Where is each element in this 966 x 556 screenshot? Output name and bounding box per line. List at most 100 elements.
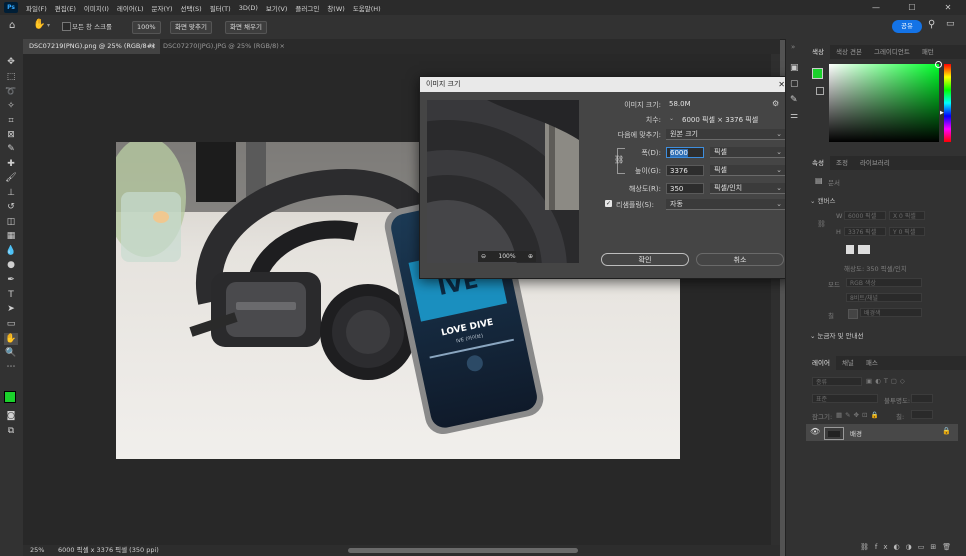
type-tool-icon[interactable]: T (4, 289, 18, 301)
menu-filter[interactable]: 필터(T) (206, 3, 235, 13)
color-picker-handle[interactable] (935, 61, 942, 68)
brush-panel-icon[interactable]: ✎ (790, 95, 798, 105)
adjust-panel-icon[interactable]: ⚌ (790, 111, 798, 121)
tab-channels[interactable]: 채널 (836, 356, 860, 370)
quick-mask-icon[interactable]: ◙ (4, 410, 18, 422)
tab-gradients[interactable]: 그레이디언트 (868, 45, 916, 59)
width-unit-select[interactable]: 픽셀 ⌄ (710, 147, 785, 158)
portrait-orientation-icon[interactable] (846, 245, 854, 254)
close-window-button[interactable]: ✕ (930, 0, 966, 15)
hue-slider[interactable] (944, 64, 951, 142)
saturation-picker[interactable] (829, 61, 942, 142)
tab-swatches[interactable]: 색상 견본 (830, 45, 868, 59)
bit-depth-select[interactable]: 8비트/채널 (846, 293, 922, 302)
layer-filter-kind[interactable]: 종류 (812, 377, 862, 386)
stamp-tool-icon[interactable]: ⊥ (4, 187, 18, 199)
fit-screen-button[interactable]: 화면 맞추기 (170, 21, 212, 34)
layer-row-background[interactable]: 👁 배경 🔒 (806, 424, 958, 441)
tab-libraries[interactable]: 라이브러리 (854, 156, 896, 170)
tab-adjustments[interactable]: 조정 (830, 156, 854, 170)
frame-tool-icon[interactable]: ⊠ (4, 129, 18, 141)
share-button[interactable]: 공유 (892, 20, 922, 33)
canvas-x-field[interactable]: X 0 픽셀 (889, 211, 925, 220)
lock-icons[interactable]: ▦✎✥⊡🔒 (836, 411, 882, 419)
menu-help[interactable]: 도움말(H) (349, 3, 385, 13)
mode-select[interactable]: RGB 색상 (846, 278, 922, 287)
more-tools-icon[interactable]: ⋯ (4, 361, 18, 373)
resample-select[interactable]: 자동 ⌄ (666, 199, 785, 210)
horizontal-scrollbar[interactable] (348, 548, 578, 553)
tab-close-icon[interactable]: × (151, 39, 156, 54)
tab-dsc07270[interactable]: DSC07270(JPG).JPG @ 25% (RGB/8) × (157, 39, 289, 54)
width-input[interactable]: 6000 (666, 147, 704, 158)
link-icon[interactable]: ⛓ (614, 155, 624, 164)
landscape-orientation-icon[interactable] (858, 245, 870, 254)
menu-layer[interactable]: 레이어(L) (113, 3, 148, 13)
tab-paths[interactable]: 패스 (860, 356, 884, 370)
tab-close-icon[interactable]: × (280, 39, 285, 54)
scroll-all-checkbox[interactable] (62, 22, 71, 31)
tool-preset-chevron-icon[interactable]: ▾ (47, 22, 50, 29)
height-unit-select[interactable]: 픽셀 ⌄ (710, 165, 785, 176)
layers-footer-icons[interactable]: ⛓fx◐◑▭⊞🗑 (860, 543, 957, 551)
fill-swatch[interactable] (848, 309, 858, 319)
history-brush-tool-icon[interactable]: ↺ (4, 201, 18, 213)
move-tool-icon[interactable]: ✥ (4, 56, 18, 68)
resolution-unit-select[interactable]: 픽셀/인치 ⌄ (710, 183, 785, 194)
resample-checkbox[interactable]: ✓ (605, 200, 612, 207)
zoom-tool-icon[interactable]: 🔍 (4, 347, 18, 359)
status-zoom[interactable]: 25% (30, 545, 44, 556)
screen-mode-icon[interactable]: ⧉ (4, 425, 18, 437)
panel-foreground-swatch[interactable] (812, 68, 823, 79)
menu-image[interactable]: 이미지(I) (80, 3, 113, 13)
canvas-section-header[interactable]: ⌄ 캔버스 (810, 195, 835, 205)
tab-patterns[interactable]: 패턴 (916, 45, 940, 59)
healing-brush-tool-icon[interactable]: ✚ (4, 158, 18, 170)
menu-type[interactable]: 문자(Y) (148, 3, 177, 13)
path-select-tool-icon[interactable]: ➤ (4, 303, 18, 315)
brush-tool-icon[interactable]: 🖌 (4, 172, 18, 184)
history-panel-icon[interactable]: ▣ (790, 63, 799, 73)
visibility-eye-icon[interactable]: 👁 (810, 427, 820, 436)
tab-dsc07219[interactable]: DSC07219(PNG).png @ 25% (RGB/8#) × (23, 39, 160, 54)
hue-slider-handle-icon[interactable]: ▶ (940, 110, 944, 116)
canvas-y-field[interactable]: Y 0 픽셀 (889, 227, 925, 236)
fill-percent-field[interactable] (911, 410, 933, 419)
menu-3d[interactable]: 3D(D) (235, 4, 262, 12)
menu-window[interactable]: 창(W) (323, 3, 348, 13)
rectangle-tool-icon[interactable]: ▭ (4, 318, 18, 330)
menu-file[interactable]: 파일(F) (22, 3, 51, 13)
link-dimensions-icon[interactable]: ⛓ (817, 220, 826, 228)
gradient-tool-icon[interactable]: ▦ (4, 230, 18, 242)
search-icon[interactable]: ⚲ (928, 19, 935, 30)
fit-to-select[interactable]: 원본 크기 ⌄ (666, 129, 785, 140)
blend-mode-select[interactable]: 표준 (812, 394, 878, 403)
height-input[interactable]: 3376 (666, 165, 704, 176)
object-select-tool-icon[interactable]: ✧ (4, 100, 18, 112)
preview-pane[interactable]: ⊖ 100% ⊕ (427, 100, 579, 263)
tab-properties[interactable]: 속성 (806, 156, 830, 170)
crop-tool-icon[interactable]: ⌗ (4, 115, 18, 127)
menu-plugins[interactable]: 플러그인 (291, 3, 323, 13)
maximize-button[interactable]: ☐ (894, 0, 930, 15)
marquee-tool-icon[interactable]: ⬚ (4, 71, 18, 83)
tab-layers[interactable]: 레이어 (806, 356, 836, 370)
canvas-height-field[interactable]: 3376 픽셀 (844, 227, 886, 236)
blur-tool-icon[interactable]: 💧 (4, 245, 18, 257)
minimize-button[interactable]: — (858, 0, 894, 15)
home-icon[interactable]: ⌂ (9, 20, 15, 31)
foreground-color-swatch[interactable] (4, 391, 16, 403)
zoom-out-icon[interactable]: ⊖ (481, 251, 486, 262)
layer-filter-icons[interactable]: ▣◐T▢◇ (866, 377, 908, 385)
gamut-warning-icon[interactable] (816, 87, 824, 95)
dodge-tool-icon[interactable]: ● (4, 259, 18, 271)
ok-button[interactable]: 확인 (601, 253, 689, 266)
eyedropper-tool-icon[interactable]: ✎ (4, 143, 18, 155)
fill-screen-button[interactable]: 화면 채우기 (225, 21, 267, 34)
menu-select[interactable]: 선택(S) (177, 3, 206, 13)
hand-tool-button[interactable]: ✋ (4, 333, 18, 345)
cancel-button[interactable]: 취소 (696, 253, 784, 266)
eraser-tool-icon[interactable]: ◫ (4, 216, 18, 228)
opacity-field[interactable] (911, 394, 933, 403)
workspace-icon[interactable]: ▭ (946, 19, 955, 29)
